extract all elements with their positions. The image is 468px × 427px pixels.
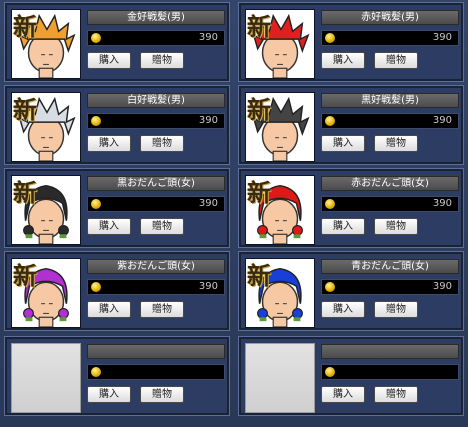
item-thumbnail[interactable]: 新 [245, 92, 315, 162]
item-price-field: 390 [321, 279, 459, 295]
shop-item-card[interactable]: 新 黒おだんご頭(女) 390 購入 贈物 [4, 168, 230, 248]
item-thumbnail[interactable]: 新 [245, 9, 315, 79]
new-badge-icon: 新 [13, 12, 37, 41]
coin-icon [91, 33, 101, 43]
buy-button[interactable]: 購入 [87, 218, 131, 235]
buy-button[interactable]: 購入 [321, 386, 365, 403]
shop-item-card[interactable]: 新 白好戦髪(男) 390 購入 贈物 [4, 85, 230, 165]
buy-button[interactable]: 購入 [321, 135, 365, 152]
buy-button[interactable]: 購入 [87, 52, 131, 69]
item-price-field: 390 [321, 113, 459, 129]
shop-item-card[interactable]: 新 黒好戦髪(男) 390 購入 贈物 [238, 85, 464, 165]
coin-icon [325, 116, 335, 126]
item-price: 390 [432, 32, 452, 43]
item-price: 390 [432, 115, 452, 126]
item-name [321, 344, 459, 359]
coin-icon [91, 367, 101, 377]
item-thumbnail[interactable]: 新 [245, 258, 315, 328]
item-thumbnail[interactable]: 新 [11, 92, 81, 162]
gift-button[interactable]: 贈物 [374, 386, 418, 403]
new-badge-icon: 新 [13, 178, 37, 207]
item-name: 赤おだんご頭(女) [321, 176, 459, 191]
item-name: 黒おだんご頭(女) [87, 176, 225, 191]
shop-item-card[interactable]: 新 赤好戦髪(男) 390 購入 贈物 [238, 2, 464, 82]
item-thumbnail[interactable]: 新 [245, 175, 315, 245]
item-price-field: 390 [321, 196, 459, 212]
item-thumbnail[interactable] [11, 343, 81, 413]
item-price-field: 390 [321, 30, 459, 46]
gift-button[interactable]: 贈物 [140, 218, 184, 235]
item-price-field: 390 [87, 113, 225, 129]
item-price-field: 390 [87, 30, 225, 46]
buy-button[interactable]: 購入 [87, 135, 131, 152]
gift-button[interactable]: 贈物 [374, 135, 418, 152]
item-price: 390 [198, 198, 218, 209]
coin-icon [91, 282, 101, 292]
item-price-field: 390 [87, 279, 225, 295]
item-name: 金好戦髪(男) [87, 10, 225, 25]
new-badge-icon: 新 [247, 261, 271, 290]
item-price: 390 [198, 115, 218, 126]
buy-button[interactable]: 購入 [321, 52, 365, 69]
item-name: 白好戦髪(男) [87, 93, 225, 108]
gift-button[interactable]: 贈物 [140, 301, 184, 318]
coin-icon [325, 367, 335, 377]
item-price: 390 [198, 281, 218, 292]
coin-icon [325, 33, 335, 43]
gift-button[interactable]: 贈物 [374, 301, 418, 318]
shop-item-card[interactable]: 購入 贈物 [238, 336, 464, 416]
shop-item-card[interactable]: 購入 贈物 [4, 336, 230, 416]
item-name [87, 344, 225, 359]
item-price: 390 [198, 32, 218, 43]
shop-item-card[interactable]: 新 赤おだんご頭(女) 390 購入 贈物 [238, 168, 464, 248]
shop-item-card[interactable]: 新 紫おだんご頭(女) 390 購入 贈物 [4, 251, 230, 331]
gift-button[interactable]: 贈物 [140, 52, 184, 69]
new-badge-icon: 新 [13, 261, 37, 290]
coin-icon [91, 116, 101, 126]
gift-button[interactable]: 贈物 [140, 135, 184, 152]
item-thumbnail[interactable] [245, 343, 315, 413]
gift-button[interactable]: 贈物 [374, 218, 418, 235]
buy-button[interactable]: 購入 [87, 301, 131, 318]
item-name: 黒好戦髪(男) [321, 93, 459, 108]
item-thumbnail[interactable]: 新 [11, 9, 81, 79]
item-thumbnail[interactable]: 新 [11, 258, 81, 328]
item-name: 紫おだんご頭(女) [87, 259, 225, 274]
new-badge-icon: 新 [247, 95, 271, 124]
item-price: 390 [432, 198, 452, 209]
item-price-field [321, 364, 459, 380]
shop-item-card[interactable]: 新 金好戦髪(男) 390 購入 贈物 [4, 2, 230, 82]
item-name: 青おだんご頭(女) [321, 259, 459, 274]
buy-button[interactable]: 購入 [321, 301, 365, 318]
item-price: 390 [432, 281, 452, 292]
gift-button[interactable]: 贈物 [374, 52, 418, 69]
item-thumbnail[interactable]: 新 [11, 175, 81, 245]
item-price-field [87, 364, 225, 380]
coin-icon [325, 199, 335, 209]
new-badge-icon: 新 [13, 95, 37, 124]
gift-button[interactable]: 贈物 [140, 386, 184, 403]
new-badge-icon: 新 [247, 12, 271, 41]
coin-icon [325, 282, 335, 292]
buy-button[interactable]: 購入 [87, 386, 131, 403]
item-price-field: 390 [87, 196, 225, 212]
item-name: 赤好戦髪(男) [321, 10, 459, 25]
buy-button[interactable]: 購入 [321, 218, 365, 235]
shop-item-card[interactable]: 新 青おだんご頭(女) 390 購入 贈物 [238, 251, 464, 331]
new-badge-icon: 新 [247, 178, 271, 207]
coin-icon [91, 199, 101, 209]
